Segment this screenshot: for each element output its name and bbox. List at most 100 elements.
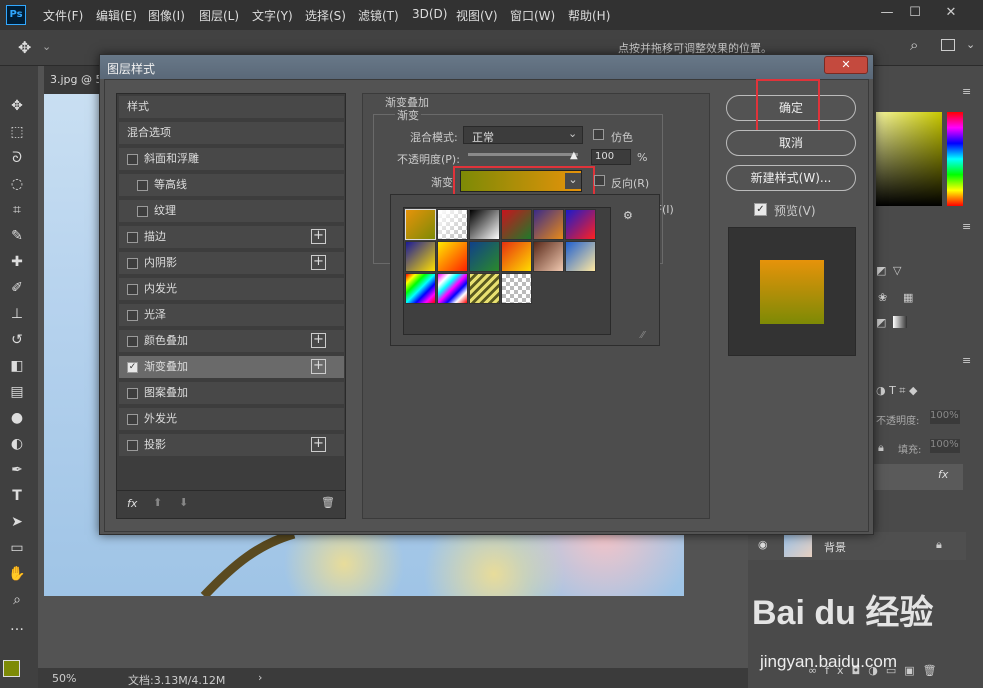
gradient-preset-swatch[interactable] bbox=[405, 273, 436, 304]
foreground-color-swatch[interactable] bbox=[3, 660, 20, 677]
move-tool-icon[interactable]: ✥ bbox=[6, 96, 28, 116]
style-checkbox[interactable] bbox=[127, 154, 138, 165]
zoom-level[interactable]: 50% bbox=[52, 672, 76, 685]
lock-icon[interactable]: 🔒︎ bbox=[878, 441, 884, 455]
maximize-button[interactable]: ☐ bbox=[905, 3, 925, 23]
gradient-preset-swatch[interactable] bbox=[501, 241, 532, 272]
menu-file[interactable]: 文件(F) bbox=[43, 7, 83, 24]
minimize-button[interactable]: — bbox=[877, 3, 897, 23]
chevron-down-icon[interactable]: ⌄ bbox=[966, 38, 975, 51]
style-row[interactable]: 混合选项 bbox=[119, 122, 344, 146]
adjustment-icon[interactable]: ◩ bbox=[876, 316, 886, 329]
menu-help[interactable]: 帮助(H) bbox=[568, 7, 610, 24]
blend-mode-select[interactable]: 正常 ⌄ bbox=[463, 126, 583, 144]
gradient-preset-swatch[interactable] bbox=[533, 209, 564, 240]
cancel-button[interactable]: 取消 bbox=[726, 130, 856, 156]
style-checkbox[interactable] bbox=[127, 440, 138, 451]
gradient-preset-swatch[interactable] bbox=[469, 209, 500, 240]
hand-tool-icon[interactable]: ✋ bbox=[6, 564, 28, 584]
close-window-button[interactable]: ✕ bbox=[941, 3, 961, 23]
menu-window[interactable]: 窗口(W) bbox=[510, 7, 555, 24]
fx-icon[interactable]: fx bbox=[938, 468, 948, 481]
gradient-preset-swatch[interactable] bbox=[437, 273, 468, 304]
gradient-preset-swatch[interactable] bbox=[501, 273, 532, 304]
gradient-preset-swatch[interactable] bbox=[437, 209, 468, 240]
eraser-tool-icon[interactable]: ◧ bbox=[6, 356, 28, 376]
lasso-tool-icon[interactable]: ᘐ bbox=[6, 148, 28, 168]
layer-opacity-field[interactable]: 100% bbox=[930, 410, 960, 424]
add-effect-button[interactable]: + bbox=[311, 359, 326, 374]
style-checkbox[interactable] bbox=[127, 232, 138, 243]
layer-name[interactable]: 背景 bbox=[824, 539, 846, 555]
style-row[interactable]: 样式 bbox=[119, 96, 344, 120]
reverse-checkbox[interactable] bbox=[594, 175, 605, 186]
pen-tool-icon[interactable]: ✒ bbox=[6, 460, 28, 480]
style-checkbox[interactable] bbox=[137, 206, 148, 217]
color-picker-shade[interactable] bbox=[876, 112, 942, 206]
adjustment-icon[interactable]: ◩ bbox=[876, 264, 886, 277]
style-checkbox[interactable]: ✓ bbox=[127, 362, 138, 373]
quick-select-tool-icon[interactable]: ◌ bbox=[6, 174, 28, 194]
style-row[interactable]: 描边 + bbox=[119, 226, 344, 250]
gradient-map-icon[interactable] bbox=[893, 316, 907, 328]
style-row[interactable]: 斜面和浮雕 bbox=[119, 148, 344, 172]
style-row[interactable]: ✓ 渐变叠加 + bbox=[119, 356, 344, 380]
style-checkbox[interactable] bbox=[137, 180, 148, 191]
add-effect-button[interactable]: + bbox=[311, 333, 326, 348]
adjustment-icon[interactable]: ▽ bbox=[893, 264, 901, 277]
panel-menu-icon[interactable]: ≡ bbox=[962, 85, 971, 98]
resize-handle-icon[interactable]: ⁄⁄ bbox=[641, 330, 644, 341]
type-tool-icon[interactable]: T bbox=[6, 486, 28, 506]
menu-type[interactable]: 文字(Y) bbox=[252, 7, 293, 24]
layer-row-effect[interactable]: fx bbox=[868, 464, 963, 490]
rectangle-tool-icon[interactable]: ▭ bbox=[6, 538, 28, 558]
trash-icon[interactable]: 🗑︎ bbox=[321, 496, 335, 509]
menu-edit[interactable]: 编辑(E) bbox=[96, 7, 137, 24]
gradient-preset-swatch[interactable] bbox=[501, 209, 532, 240]
style-row[interactable]: 光泽 bbox=[119, 304, 344, 328]
gradient-preset-swatch[interactable] bbox=[469, 273, 500, 304]
gradient-preset-swatch[interactable] bbox=[405, 209, 436, 240]
style-row[interactable]: 内发光 bbox=[119, 278, 344, 302]
style-checkbox[interactable] bbox=[127, 258, 138, 269]
dither-checkbox[interactable] bbox=[593, 129, 604, 140]
marquee-tool-icon[interactable]: ⬚ bbox=[6, 122, 28, 142]
crop-tool-icon[interactable]: ⌗ bbox=[6, 200, 28, 220]
gradient-preset-swatch[interactable] bbox=[405, 241, 436, 272]
style-row[interactable]: 图案叠加 bbox=[119, 382, 344, 406]
path-select-tool-icon[interactable]: ➤ bbox=[6, 512, 28, 532]
gradient-preset-swatch[interactable] bbox=[437, 241, 468, 272]
document-tab[interactable]: 3.jpg @ 5 bbox=[50, 73, 103, 86]
panel-menu-icon[interactable]: ≡ bbox=[962, 354, 971, 367]
gradient-tool-icon[interactable]: ▤ bbox=[6, 382, 28, 402]
workspace-icon[interactable] bbox=[941, 39, 955, 51]
menu-layer[interactable]: 图层(L) bbox=[199, 7, 239, 24]
gradient-preset-swatch[interactable] bbox=[469, 241, 500, 272]
add-effect-button[interactable]: + bbox=[311, 229, 326, 244]
style-row[interactable]: 投影 + bbox=[119, 434, 344, 458]
chevron-right-icon[interactable]: › bbox=[258, 671, 262, 684]
history-brush-tool-icon[interactable]: ↺ bbox=[6, 330, 28, 350]
gradient-preset-swatch[interactable] bbox=[565, 209, 596, 240]
style-checkbox[interactable] bbox=[127, 414, 138, 425]
opacity-slider-handle[interactable]: ▲ bbox=[570, 150, 578, 161]
gradient-preset-swatch[interactable] bbox=[565, 241, 596, 272]
dodge-tool-icon[interactable]: ◐ bbox=[6, 434, 28, 454]
menu-filter[interactable]: 滤镜(T) bbox=[358, 7, 399, 24]
style-checkbox[interactable] bbox=[127, 310, 138, 321]
menu-select[interactable]: 选择(S) bbox=[305, 7, 346, 24]
new-style-button[interactable]: 新建样式(W)... bbox=[726, 165, 856, 191]
search-icon[interactable]: ⌕ bbox=[910, 36, 918, 54]
style-checkbox[interactable] bbox=[127, 388, 138, 399]
style-row[interactable]: 内阴影 + bbox=[119, 252, 344, 276]
move-down-icon[interactable]: ⬇ bbox=[179, 496, 188, 509]
style-checkbox[interactable] bbox=[127, 336, 138, 347]
adjustment-icon[interactable]: ▦ bbox=[903, 291, 913, 304]
healing-tool-icon[interactable]: ✚ bbox=[6, 252, 28, 272]
dialog-close-button[interactable]: ✕ bbox=[824, 56, 868, 74]
panel-menu-icon[interactable]: ≡ bbox=[962, 220, 971, 233]
brush-tool-icon[interactable]: ✐ bbox=[6, 278, 28, 298]
gradient-preset-swatch[interactable] bbox=[533, 241, 564, 272]
stamp-tool-icon[interactable]: ⊥ bbox=[6, 304, 28, 324]
add-effect-button[interactable]: + bbox=[311, 255, 326, 270]
